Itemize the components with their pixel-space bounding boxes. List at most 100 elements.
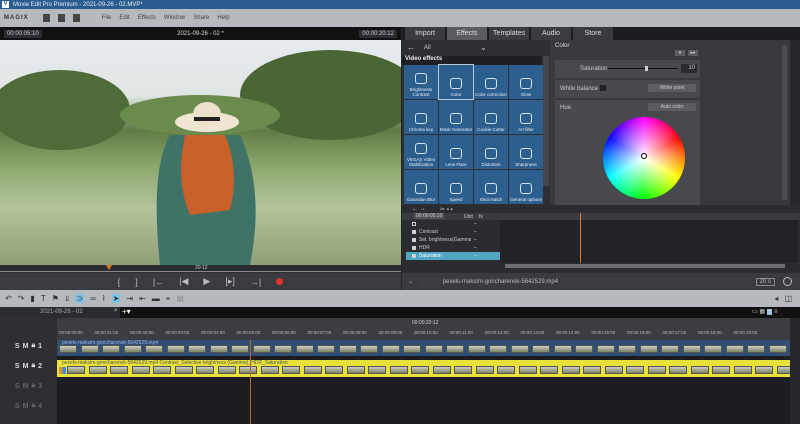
kf-unit-icon[interactable]: – xyxy=(474,253,477,259)
mute-button[interactable]: M xyxy=(23,383,29,390)
tab-audio[interactable]: Audio xyxy=(531,27,571,40)
project-tab[interactable]: 2021-09-26 - 02 xyxy=(0,307,120,318)
kf-unit-icon[interactable]: – xyxy=(474,229,477,235)
hue-picker[interactable] xyxy=(641,153,647,159)
effect-tile[interactable]: Brightness/ Contrast xyxy=(404,65,438,99)
volume-icon[interactable]: ◂ xyxy=(774,294,778,303)
expand-button[interactable]: ▸▸ xyxy=(688,50,698,56)
menu-help[interactable]: Help xyxy=(217,15,229,21)
effect-tile[interactable]: Speed xyxy=(439,170,473,204)
kf-tools-icon[interactable]: ✂ ▪ ▪ xyxy=(440,206,453,213)
scrub-playhead[interactable] xyxy=(106,265,112,270)
menu-edit[interactable]: Edit xyxy=(119,15,129,21)
solo-button[interactable]: S xyxy=(15,343,20,350)
category-dropdown[interactable]: All xyxy=(424,45,431,51)
magnet-icon[interactable]: ⊃ xyxy=(75,294,85,303)
menu-share[interactable]: Share xyxy=(193,15,209,21)
open-folder-icon[interactable] xyxy=(57,14,65,22)
mark-in-icon[interactable]: [ xyxy=(118,277,121,287)
effect-tile[interactable]: General options xyxy=(509,170,543,204)
saturation-slider-thumb[interactable] xyxy=(645,66,648,71)
kf-checkbox[interactable] xyxy=(412,230,416,234)
kf-checkbox[interactable] xyxy=(412,246,416,250)
storyboard-icon[interactable]: ▤ xyxy=(176,294,184,303)
title-icon[interactable]: T xyxy=(41,294,46,303)
track-header[interactable]: S M 🔒︎ 2 xyxy=(0,362,57,370)
tab-import[interactable]: Import xyxy=(405,27,445,40)
panel-scrollbar[interactable] xyxy=(782,45,787,200)
insert-mode-icon[interactable]: ⌖ xyxy=(166,294,171,304)
solo-button[interactable]: S xyxy=(15,403,20,410)
timeline-tracks[interactable]: pexels-maksim-goncharenok-5642529.mp4 pe… xyxy=(57,340,790,424)
section-header[interactable]: Video effects xyxy=(402,56,542,65)
track-header[interactable]: S M 🔒︎ 4 xyxy=(0,402,57,410)
white-balance-swatch[interactable] xyxy=(600,85,606,91)
view-mode-icons[interactable]: ▭ ▦ ▤ ≡ xyxy=(752,308,778,315)
go-end-icon[interactable]: →| xyxy=(250,277,261,287)
effect-tile[interactable]: Sharpness xyxy=(509,135,543,169)
kf-checkbox[interactable] xyxy=(412,222,416,226)
save-icon[interactable] xyxy=(72,14,80,22)
zoom-field[interactable]: 20 s xyxy=(755,277,775,286)
lock-icon[interactable]: 🔒︎ xyxy=(31,382,35,390)
kf-row[interactable]: Contrast – xyxy=(406,228,500,236)
unlink-icon[interactable]: ⌇ xyxy=(102,294,106,303)
kf-unit-icon[interactable]: – xyxy=(474,245,477,251)
effect-tile[interactable]: Mask Generator xyxy=(439,100,473,134)
kf-timeline[interactable] xyxy=(500,220,798,263)
pointer-icon[interactable]: ➤ xyxy=(111,294,121,303)
delete-icon[interactable]: ▮ xyxy=(30,294,34,303)
track-header[interactable]: S M 🔒︎ 3 xyxy=(0,382,57,390)
track-header[interactable]: S M 🔒︎ 1 xyxy=(0,342,57,350)
tab-templates[interactable]: Templates xyxy=(489,27,529,40)
kf-nav-arrows-icon[interactable]: ← → xyxy=(412,206,426,212)
white-point-button[interactable]: White point xyxy=(648,84,696,92)
effect-tile[interactable]: Color xyxy=(438,64,474,100)
kf-checkbox[interactable] xyxy=(412,238,416,242)
dropdown-button[interactable]: ▾ xyxy=(675,50,685,56)
link-icon[interactable]: ∞ xyxy=(90,294,96,303)
video-preview[interactable] xyxy=(0,40,401,265)
timeline-ruler[interactable]: 00:00:20:12 00:00:00:00 00:00:01:00 00:00:… xyxy=(57,318,790,340)
kf-unit-icon[interactable]: – xyxy=(474,237,477,243)
kf-row[interactable]: Sel. brightness(Gamma) – xyxy=(406,236,500,244)
play-icon[interactable]: ▶ xyxy=(203,276,210,287)
menu-window[interactable]: Window xyxy=(164,15,185,21)
record-icon[interactable] xyxy=(276,278,284,285)
undo-icon[interactable]: ↶ xyxy=(5,294,12,303)
kf-row[interactable]: Saturation – xyxy=(406,252,500,260)
effect-tile[interactable]: Lens Flare xyxy=(439,135,473,169)
effect-tile[interactable]: Art filter xyxy=(509,100,543,134)
split-icon[interactable]: ⫫ xyxy=(65,294,70,304)
lock-icon[interactable]: 🔒︎ xyxy=(31,342,35,350)
marker-icon[interactable]: ⚑ xyxy=(52,294,59,303)
previous-frame-icon[interactable]: |◀ xyxy=(179,276,188,287)
lock-icon[interactable]: 🔒︎ xyxy=(31,402,35,410)
kf-row[interactable]: HDR – xyxy=(406,244,500,252)
close-tab-icon[interactable]: × xyxy=(114,308,118,314)
kf-checkbox[interactable] xyxy=(412,254,416,258)
back-icon[interactable]: ← → xyxy=(421,279,435,285)
effect-tile[interactable]: Cookie Cutter xyxy=(474,100,508,134)
add-tab-icon[interactable]: +▾ xyxy=(122,307,131,316)
kf-timecode[interactable]: 00:00:05:10 xyxy=(414,213,445,219)
lock-icon[interactable]: 🔒︎ xyxy=(31,362,35,370)
tab-effects[interactable]: Effects xyxy=(447,27,487,40)
kf-scrollbar[interactable] xyxy=(505,264,785,268)
effect-tile[interactable]: Chroma key xyxy=(404,100,438,134)
kf-playhead[interactable] xyxy=(580,213,581,263)
hue-color-wheel[interactable] xyxy=(603,117,685,199)
effect-tile[interactable]: Glow xyxy=(509,65,543,99)
collapse-icon[interactable]: ⌄ xyxy=(408,278,413,285)
saturation-value[interactable]: 10 xyxy=(681,64,697,73)
trim-icon[interactable]: ⇥ xyxy=(126,294,133,303)
effect-tile[interactable]: Color correction xyxy=(474,65,508,99)
ripple-icon[interactable]: ⇤ xyxy=(139,294,146,303)
kf-unit-icon[interactable]: – xyxy=(474,221,477,227)
new-file-icon[interactable] xyxy=(42,14,50,22)
effect-tile[interactable]: Gaussian Blur xyxy=(404,170,438,204)
preview-scrubber[interactable]: 20:12 xyxy=(0,265,401,273)
solo-button[interactable]: S xyxy=(15,363,20,370)
effect-tile[interactable]: Distortion xyxy=(474,135,508,169)
redo-icon[interactable]: ↷ xyxy=(18,294,25,303)
